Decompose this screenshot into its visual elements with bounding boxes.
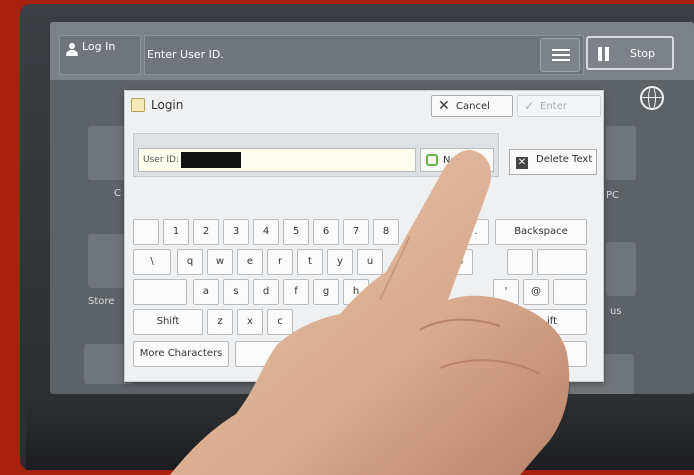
close-icon: ✕ (438, 98, 450, 114)
key[interactable]: s (223, 279, 249, 305)
user-id-prompt: Enter User ID. (147, 48, 224, 61)
key[interactable]: p (447, 249, 473, 275)
key[interactable]: @ (523, 279, 549, 305)
stop-button[interactable]: Stop (586, 36, 674, 70)
delete-text-button[interactable]: ✕ Delete Text (509, 149, 597, 175)
user-id-field[interactable]: User ID: (138, 148, 416, 172)
key[interactable]: 1 (163, 219, 189, 245)
enter-button[interactable]: ✓ Enter (517, 95, 601, 117)
key[interactable]: 5 (283, 219, 309, 245)
home-tile-label: Store (88, 296, 115, 307)
key[interactable]: ' (493, 279, 519, 305)
menu-icon-line (552, 54, 570, 56)
stop-label: Stop (630, 47, 656, 60)
language-globe-icon[interactable] (640, 86, 664, 110)
shift-right-key[interactable]: ift (517, 309, 587, 335)
key[interactable]: 4 (253, 219, 279, 245)
device-lower-frame (26, 400, 694, 470)
login-button[interactable]: Log In (59, 35, 141, 75)
key[interactable]: h (343, 279, 369, 305)
key[interactable]: - (433, 219, 459, 245)
home-tile-label: C (114, 188, 121, 199)
key[interactable] (537, 249, 587, 275)
key[interactable]: e (237, 249, 263, 275)
key[interactable] (553, 279, 587, 305)
home-tile[interactable] (606, 126, 636, 180)
key[interactable] (235, 341, 295, 367)
user-id-label: User ID: (143, 155, 179, 165)
enter-label: Enter (540, 101, 567, 112)
key[interactable]: z (207, 309, 233, 335)
key[interactable] (133, 219, 159, 245)
home-tile[interactable] (88, 234, 128, 288)
home-tile-label: us (610, 306, 622, 317)
key[interactable]: 6 (313, 219, 339, 245)
home-tile[interactable] (606, 242, 636, 296)
next-label: Next (443, 155, 467, 166)
key[interactable]: u (357, 249, 383, 275)
key[interactable]: 3 (223, 219, 249, 245)
home-tile-label: PC (606, 190, 620, 201)
backspace-key[interactable]: Backspace (495, 219, 587, 245)
check-icon: ✓ (524, 99, 535, 113)
key[interactable]: \ (133, 249, 171, 275)
user-id-prompt-bar: Enter User ID. (144, 35, 584, 75)
delete-text-label: Delete Text (536, 154, 593, 165)
next-button[interactable]: Next (420, 148, 494, 172)
login-dialog: Login ✕ Cancel ✓ Enter User ID: Next ✕ D… (124, 90, 604, 382)
user-icon (66, 43, 78, 57)
user-id-value-redacted (181, 152, 241, 168)
cancel-label: Cancel (456, 101, 490, 112)
key[interactable]: 8 (373, 219, 399, 245)
key[interactable]: g (313, 279, 339, 305)
menu-icon-line (552, 59, 570, 61)
menu-icon (552, 49, 570, 51)
key[interactable] (507, 249, 533, 275)
key[interactable]: t (297, 249, 323, 275)
key[interactable]: y (327, 249, 353, 275)
top-bar: Log In Enter User ID. Stop (50, 22, 694, 80)
key[interactable]: a (193, 279, 219, 305)
key[interactable]: 7 (343, 219, 369, 245)
next-icon (426, 154, 438, 166)
key[interactable] (133, 279, 187, 305)
on-screen-keyboard: 1 2 3 4 5 6 7 8 - . Backspace \ q w e r … (133, 219, 593, 375)
cancel-button[interactable]: ✕ Cancel (431, 95, 513, 117)
key[interactable]: . (463, 219, 489, 245)
shift-left-key[interactable]: Shift (133, 309, 203, 335)
more-characters-key[interactable]: More Characters (133, 341, 229, 367)
user-id-panel: User ID: Next (133, 133, 499, 177)
dialog-title: Login (151, 98, 184, 112)
key[interactable]: d (253, 279, 279, 305)
key[interactable]: r (267, 249, 293, 275)
delete-icon: ✕ (516, 157, 528, 169)
key[interactable]: 2 (193, 219, 219, 245)
key[interactable]: f (283, 279, 309, 305)
touch-screen: Log In Enter User ID. Stop C Store PC us… (50, 22, 694, 394)
login-icon (131, 98, 145, 112)
key[interactable] (533, 341, 587, 367)
pause-icon (598, 47, 610, 61)
key[interactable]: w (207, 249, 233, 275)
key[interactable]: x (237, 309, 263, 335)
key[interactable]: q (177, 249, 203, 275)
home-tile[interactable] (88, 126, 128, 180)
key[interactable]: c (267, 309, 293, 335)
menu-button[interactable] (540, 38, 580, 72)
login-label: Log In (82, 40, 116, 53)
